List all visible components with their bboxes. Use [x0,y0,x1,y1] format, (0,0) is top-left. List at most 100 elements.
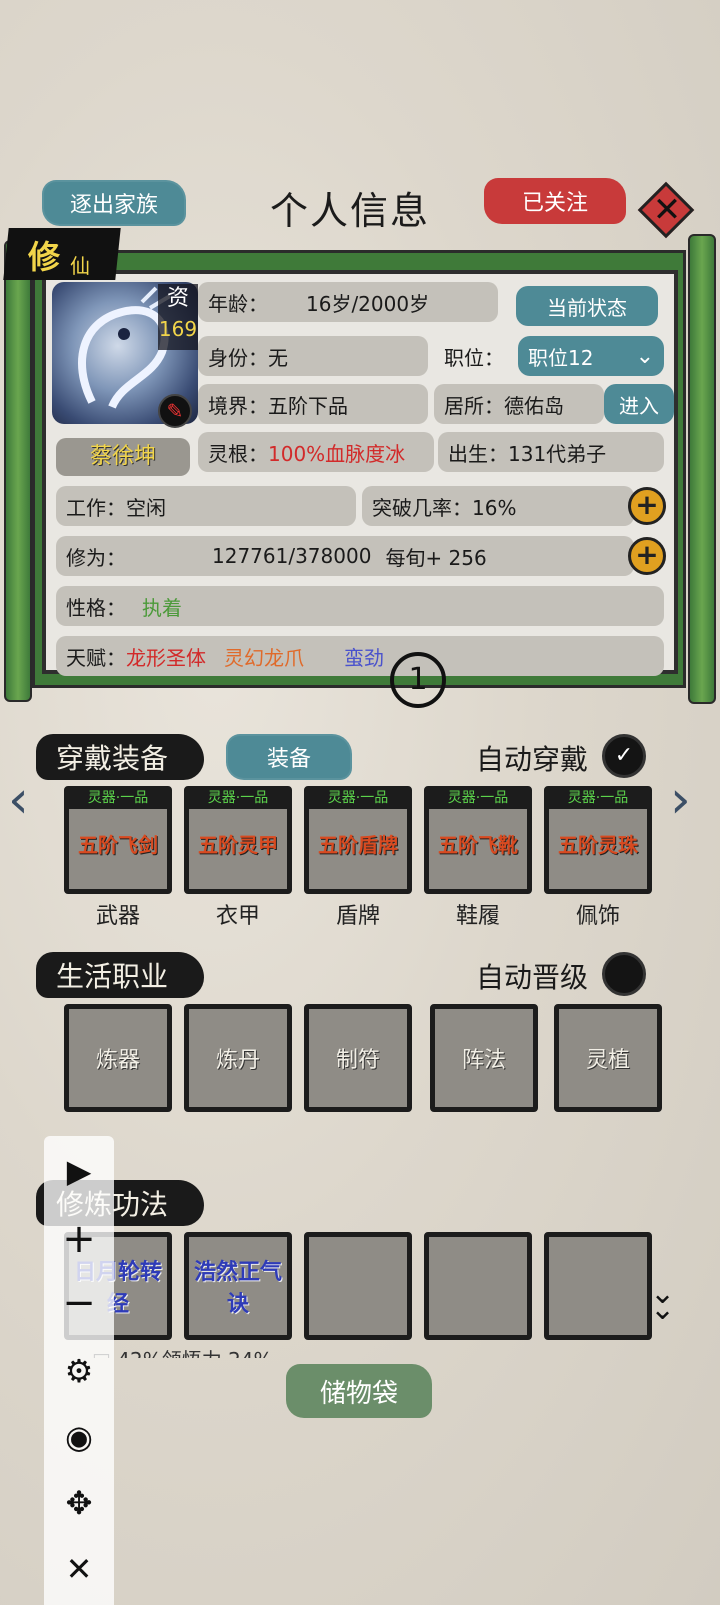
zoom-out-icon[interactable]: − [44,1280,114,1326]
personality-label: 性格： [66,595,126,620]
residence-field: 居所：德佑岛 [434,384,604,424]
cultivation-label: 修为： [66,545,126,570]
spirit-root-value: 100%血脉度冰 [268,441,406,466]
equipment-slot-boots[interactable]: 灵器·一品 五阶飞靴 [424,786,532,894]
page-title: 个人信息 [270,189,431,233]
skill-slot[interactable]: 浩然正气诀 [184,1232,292,1340]
cultivation-rate: 每旬+ 256 [385,545,487,570]
item-name: 五阶灵珠 [558,833,638,857]
gear-icon[interactable]: ⚙ [44,1352,114,1390]
auto-wear-label: 自动穿戴 [476,743,589,776]
chevron-left-icon[interactable]: ‹ [8,770,29,830]
skill-partial-text: □ 42%领悟力 24% [92,1344,273,1358]
talent-item[interactable]: 灵幻龙爪 [224,642,304,671]
auto-upgrade-label: 自动晋级 [476,961,589,994]
profession-slot[interactable]: 阵法 [430,1004,538,1112]
personality-field: 性格： 执着 [56,586,664,626]
double-chevron-down-icon[interactable]: ⌄ ⌄ [650,1279,675,1325]
profession-slot[interactable]: 灵植 [554,1004,662,1112]
skill-slot[interactable] [544,1232,652,1340]
position-value: 职位12 [528,345,594,370]
life-profession-section-title: 生活职业 [36,952,204,998]
reticle-number: 1 [408,662,428,697]
talent-item[interactable]: 蛮劲 [344,642,384,671]
equipment-slot-weapon[interactable]: 灵器·一品 五阶飞剑 [64,786,172,894]
edit-name-icon[interactable]: ✎ [158,394,192,428]
talent-field: 天赋： 龙形圣体 灵幻龙爪 蛮劲 [56,636,664,676]
chevron-right-icon[interactable]: › [670,770,691,830]
personality-value: 执着 [142,595,182,620]
quality-tag: 灵器·一品 [69,787,167,809]
breakthrough-field: 突破几率：16% [362,486,634,526]
check-icon: ✓ [614,743,634,768]
residence-text: 居所：德佑岛 [444,393,564,418]
close-toolbar-icon[interactable]: ✕ [44,1550,114,1588]
age-field: 年龄： 16岁/2000岁 [198,282,498,322]
identity-field: 身份：无 [198,336,428,376]
auto-wear-checkbox[interactable]: ✓ [602,734,646,778]
move-icon[interactable]: ✥ [44,1484,114,1522]
slot-caption: 盾牌 [335,904,380,929]
auto-upgrade-toggle[interactable] [602,952,646,996]
equip-button[interactable]: 装备 [226,734,352,780]
profession-slot[interactable]: 炼丹 [184,1004,292,1112]
equipment-slot-shield[interactable]: 灵器·一品 五阶盾牌 [304,786,412,894]
equipment-slot-armor[interactable]: 灵器·一品 五阶灵甲 [184,786,292,894]
expel-from-clan-button[interactable]: 逐出家族 [42,180,186,226]
slot-caption: 衣甲 [215,904,260,929]
work-field: 工作：空闲 [56,486,356,526]
slot-caption: 武器 [95,904,140,929]
slot-caption: 佩饰 [575,904,620,929]
chevron-down-icon: ⌄ [635,343,654,369]
work-text: 工作：空闲 [66,495,166,520]
followed-button[interactable]: 已关注 [484,178,626,224]
breakthrough-text: 突破几率：16% [372,495,517,520]
breakthrough-plus-icon[interactable]: + [628,487,666,525]
position-dropdown[interactable]: 职位12 ⌄ [518,336,664,376]
quality-tag: 灵器·一品 [549,787,647,809]
cultivation-field: 修为： 127761/378000 每旬+ 256 [56,536,634,576]
age-label: 年龄： [208,291,268,316]
item-name: 五阶飞靴 [438,833,518,857]
cultivation-plus-icon[interactable]: + [628,537,666,575]
profession-slot[interactable]: 炼器 [64,1004,172,1112]
talent-label: 天赋： [66,645,126,670]
eye-off-icon[interactable]: ◉ [44,1418,114,1456]
close-icon[interactable]: ✕ [650,188,684,232]
crosshair-icon[interactable]: 1 [390,652,446,708]
position-label: 职位： [444,345,504,370]
aptitude-value: 169 [158,317,198,341]
scroll-rod-left [4,240,32,702]
enter-residence-button[interactable]: 进入 [604,384,674,424]
badge-main-text: 修 [28,238,61,276]
profession-slot[interactable]: 制符 [304,1004,412,1112]
skill-slot[interactable] [304,1232,412,1340]
age-value: 16岁/2000岁 [306,291,430,316]
item-name: 五阶飞剑 [78,833,158,857]
realm-text: 境界：五阶下品 [208,393,348,418]
quality-tag: 灵器·一品 [309,787,407,809]
storage-bag-button[interactable]: 储物袋 [286,1364,432,1418]
character-name[interactable]: 蔡徐坤 [56,438,190,476]
talent-item[interactable]: 龙形圣体 [126,642,206,671]
zoom-in-icon[interactable]: + [44,1216,114,1262]
spirit-root-label: 灵根： [208,441,268,466]
cultivation-badge [3,228,121,280]
aptitude-label: 资 [166,286,189,311]
skill-slot[interactable] [424,1232,532,1340]
play-icon[interactable]: ▶ [44,1152,114,1190]
aptitude-box: 资 169 [158,284,198,350]
identity-text: 身份：无 [208,345,288,370]
item-name: 五阶盾牌 [318,833,398,857]
quality-tag: 灵器·一品 [429,787,527,809]
current-status-button[interactable]: 当前状态 [516,286,658,326]
item-name: 五阶灵甲 [198,833,278,857]
badge-sub-text: 仙 [70,254,90,278]
spirit-root-field: 灵根： 100%血脉度冰 [198,432,434,472]
scroll-rod-right [688,234,716,704]
quality-tag: 灵器·一品 [189,787,287,809]
equipment-section-title: 穿戴装备 [36,734,204,780]
equipment-slot-accessory[interactable]: 灵器·一品 五阶灵珠 [544,786,652,894]
birth-field: 出生：131代弟子 [438,432,664,472]
slot-caption: 鞋履 [455,904,500,929]
